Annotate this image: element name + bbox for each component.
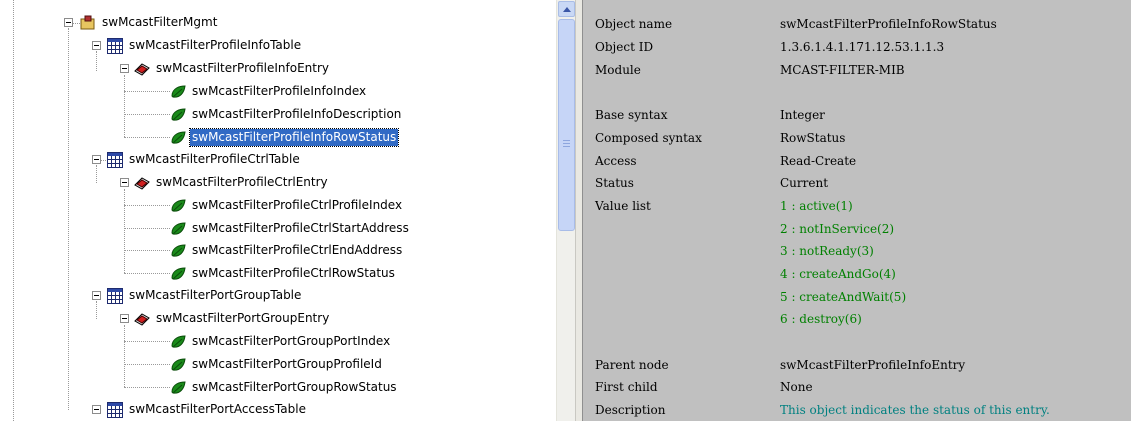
leaf-icon bbox=[171, 335, 186, 348]
first-child-value: None bbox=[780, 380, 813, 394]
tree-line bbox=[124, 250, 170, 252]
tree-line bbox=[68, 28, 70, 410]
tree-line bbox=[124, 341, 170, 343]
collapse-toggle[interactable] bbox=[92, 41, 101, 50]
tree-label: swMcastFilterProfileCtrlRowStatus bbox=[192, 266, 395, 280]
leaf-icon bbox=[171, 131, 186, 144]
tree-label: swMcastFilterPortGroupRowStatus bbox=[192, 380, 397, 394]
tree-line bbox=[124, 228, 170, 230]
access-value: Read-Create bbox=[780, 154, 857, 168]
tree-label: swMcastFilterProfileCtrlProfileIndex bbox=[192, 198, 403, 212]
description-label: Description bbox=[595, 403, 666, 417]
composed-syntax-value: RowStatus bbox=[780, 131, 846, 145]
tree-label: swMcastFilterProfileInfoIndex bbox=[192, 84, 367, 98]
value-list-item: 5 : createAndWait(5) bbox=[780, 290, 907, 304]
folder-node-icon bbox=[80, 15, 95, 30]
collapse-toggle[interactable] bbox=[120, 178, 129, 187]
object-id-value: 1.3.6.1.4.1.171.12.53.1.1.3 bbox=[780, 40, 945, 54]
tree-label: swMcastFilterProfileCtrlStartAddress bbox=[192, 221, 409, 235]
object-details-panel: Object name swMcastFilterProfileInfoRowS… bbox=[583, 0, 1131, 421]
object-name-value: swMcastFilterProfileInfoRowStatus bbox=[780, 17, 997, 31]
table-icon bbox=[107, 288, 123, 304]
leaf-icon bbox=[171, 267, 186, 280]
tree-line bbox=[96, 301, 98, 319]
collapse-toggle[interactable] bbox=[120, 314, 129, 323]
value-list-item: 1 : active(1) bbox=[780, 199, 853, 213]
leaf-icon bbox=[171, 222, 186, 235]
access-label: Access bbox=[595, 154, 637, 168]
base-syntax-label: Base syntax bbox=[595, 108, 668, 122]
value-list-item: 2 : notInService(2) bbox=[780, 222, 895, 236]
table-icon bbox=[107, 402, 123, 418]
leaf-icon bbox=[171, 199, 186, 212]
tree-line bbox=[124, 137, 170, 139]
tree-line bbox=[124, 75, 126, 137]
description-value: This object indicates the status of this… bbox=[780, 403, 1050, 417]
tree-label: swMcastFilterProfileInfoDescription bbox=[192, 107, 402, 121]
tree-line bbox=[124, 91, 170, 93]
tree-line bbox=[124, 114, 170, 116]
leaf-icon bbox=[171, 108, 186, 121]
collapse-toggle[interactable] bbox=[92, 155, 101, 164]
tree-label: swMcastFilterPortGroupTable bbox=[129, 288, 302, 302]
mib-tree-panel: swMcastFilterMgmt swMcastFilterProfileIn… bbox=[0, 0, 556, 421]
parent-node-label: Parent node bbox=[595, 358, 669, 372]
status-value: Current bbox=[780, 176, 829, 190]
tree-label: swMcastFilterMgmt bbox=[102, 15, 218, 29]
tree-line bbox=[124, 325, 126, 387]
collapse-toggle[interactable] bbox=[92, 405, 101, 414]
tree-line bbox=[124, 205, 170, 207]
object-id-label: Object ID bbox=[595, 40, 654, 54]
module-label: Module bbox=[595, 63, 641, 77]
leaf-icon bbox=[171, 85, 186, 98]
status-label: Status bbox=[595, 176, 634, 190]
tree-label: swMcastFilterPortAccessTable bbox=[129, 402, 306, 416]
first-child-label: First child bbox=[595, 380, 658, 394]
tree-line bbox=[124, 387, 170, 389]
object-name-label: Object name bbox=[595, 17, 673, 31]
tree-line bbox=[96, 51, 98, 71]
tree-vertical-scrollbar[interactable] bbox=[556, 0, 576, 421]
tree-line bbox=[124, 273, 170, 275]
tree-line bbox=[124, 189, 126, 273]
tree-label: swMcastFilterProfileCtrlEntry bbox=[156, 175, 328, 189]
collapse-toggle[interactable] bbox=[92, 291, 101, 300]
tree-label: swMcastFilterProfileCtrlEndAddress bbox=[192, 243, 403, 257]
tree-line bbox=[13, 0, 15, 421]
tree-label: swMcastFilterProfileInfoRowStatus bbox=[188, 128, 400, 147]
tree-label: swMcastFilterProfileCtrlTable bbox=[129, 152, 300, 166]
value-list-item: 6 : destroy(6) bbox=[780, 312, 862, 326]
tree-label: swMcastFilterPortGroupEntry bbox=[156, 311, 330, 325]
pane-splitter[interactable] bbox=[575, 0, 583, 421]
entry-icon bbox=[134, 313, 150, 326]
scroll-thumb[interactable] bbox=[558, 19, 575, 231]
tree-label: swMcastFilterProfileInfoTable bbox=[129, 38, 302, 52]
leaf-icon bbox=[171, 381, 186, 394]
tree-line bbox=[124, 364, 170, 366]
collapse-toggle[interactable] bbox=[120, 64, 129, 73]
parent-node-value: swMcastFilterProfileInfoEntry bbox=[780, 358, 966, 372]
tree-label: swMcastFilterPortGroupProfileId bbox=[192, 357, 382, 371]
tree-label: swMcastFilterPortGroupPortIndex bbox=[192, 334, 391, 348]
collapse-toggle[interactable] bbox=[64, 18, 73, 27]
composed-syntax-label: Composed syntax bbox=[595, 131, 702, 145]
tree-label: swMcastFilterProfileInfoEntry bbox=[156, 61, 329, 75]
table-icon bbox=[107, 152, 123, 168]
entry-icon bbox=[134, 177, 150, 190]
table-icon bbox=[107, 38, 123, 54]
leaf-icon bbox=[171, 358, 186, 371]
entry-icon bbox=[134, 63, 150, 76]
leaf-icon bbox=[171, 244, 186, 257]
base-syntax-value: Integer bbox=[780, 108, 825, 122]
value-list-item: 3 : notReady(3) bbox=[780, 244, 874, 258]
tree-line bbox=[96, 165, 98, 183]
value-list-label: Value list bbox=[595, 199, 651, 213]
scroll-up-button[interactable] bbox=[558, 1, 575, 17]
module-value: MCAST-FILTER-MIB bbox=[780, 63, 905, 77]
value-list-item: 4 : createAndGo(4) bbox=[780, 267, 896, 281]
